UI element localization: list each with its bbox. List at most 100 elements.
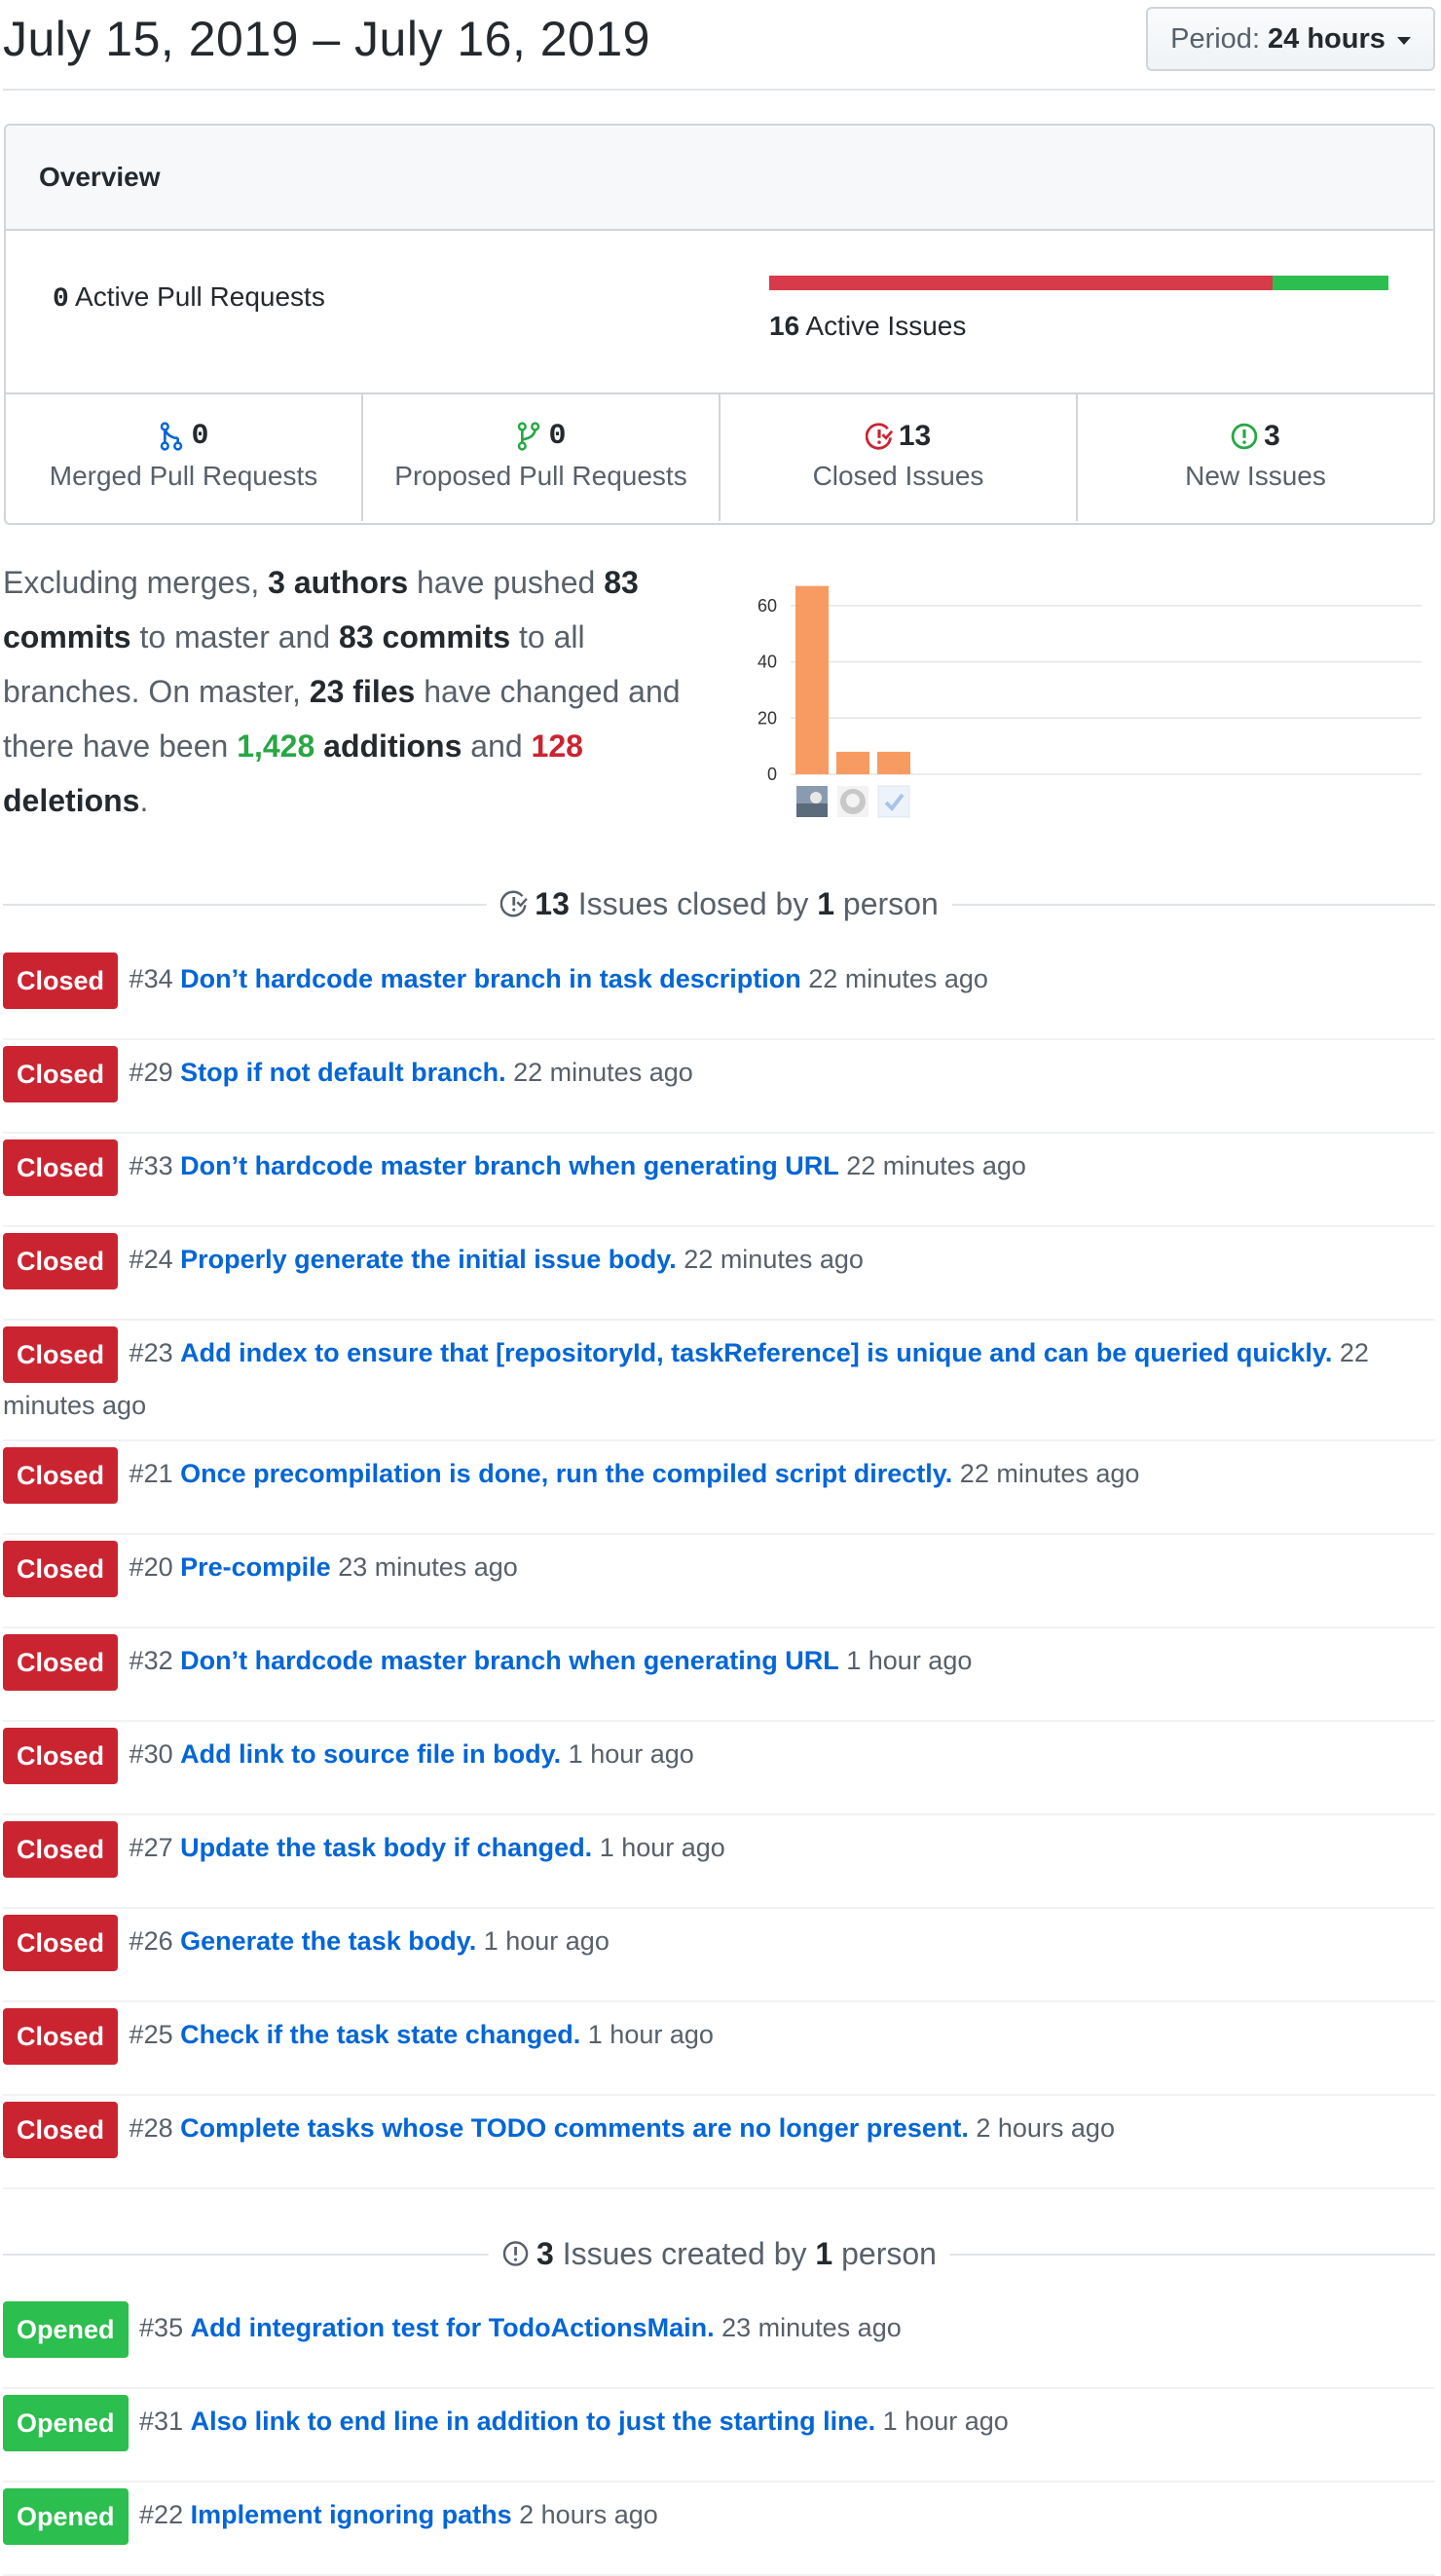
closed-issues-stat[interactable]: 13 Closed Issues [720, 394, 1078, 521]
issue-state-badge: Closed [3, 1233, 119, 1289]
issue-timestamp: 1 hour ago [587, 2020, 714, 2050]
issue-number: #20 [129, 1552, 173, 1583]
issue-timestamp: 22 minutes ago [846, 1151, 1026, 1181]
chart-y-tick-label: 60 [757, 596, 777, 616]
active-pr-label: Active Pull Requests [75, 281, 325, 312]
issue-timestamp: 22 minutes ago [513, 1058, 693, 1088]
issue-state-badge: Closed [3, 1447, 119, 1504]
issue-timestamp: 1 hour ago [599, 1833, 725, 1863]
summary-authors: 3 authors [268, 565, 409, 600]
avatar-photo-icon[interactable] [796, 786, 828, 817]
proposed-prs-stat[interactable]: 0 Proposed Pull Requests [363, 394, 720, 521]
summary-additions-word: additions [323, 728, 462, 764]
issue-timestamp: 1 hour ago [882, 2407, 1009, 2437]
active-issues-count: 16 [769, 311, 800, 341]
active-issues-progress-bar [769, 276, 1388, 290]
issue-row: Closed #20 Pre-compile 23 minutes ago [3, 1535, 1435, 1628]
issue-title-link[interactable]: Implement ignoring paths [191, 2500, 512, 2529]
issue-title-link[interactable]: Add link to source file in body. [180, 1739, 561, 1769]
summary-text-part: to master and [130, 619, 340, 654]
pulse-page: July 15, 2019 – July 16, 2019 Period: 24… [0, 0, 1441, 2576]
issue-title-link[interactable]: Add index to ensure that [repositoryId, … [180, 1338, 1332, 1367]
issue-state-badge: Closed [3, 1326, 119, 1383]
chart-bar[interactable] [877, 751, 910, 774]
issue-row: Closed #25 Check if the task state chang… [3, 2002, 1435, 2096]
chart-y-tick-label: 40 [757, 653, 777, 672]
issue-timestamp: 22 minutes ago [959, 1459, 1140, 1489]
issue-state-badge: Opened [3, 2395, 129, 2451]
chart-bar[interactable] [795, 585, 829, 774]
opened-section-text: Issues created by [553, 2236, 816, 2271]
new-issue-icon [1231, 423, 1258, 450]
issue-timestamp: 22 minutes ago [808, 964, 988, 994]
issue-number: #23 [129, 1338, 173, 1368]
github-octocat-icon[interactable] [837, 786, 868, 817]
issue-title-link[interactable]: Don’t hardcode master branch when genera… [180, 1151, 839, 1180]
commit-summary: Excluding merges, 3 authors have pushed … [3, 555, 684, 828]
new-issues-count: 3 [1264, 420, 1280, 452]
active-pull-requests-link[interactable]: 0 Active Pull Requests [53, 281, 325, 315]
closed-issue-icon [865, 423, 893, 450]
chart-bar[interactable] [836, 751, 869, 774]
issue-timestamp: 22 minutes ago [684, 1245, 864, 1275]
closed-issues-list: Closed #34 Don’t hardcode master branch … [3, 947, 1435, 2189]
overview-summary: 0 Active Pull Requests 16 Active Issues [6, 231, 1433, 394]
merged-prs-stat[interactable]: 0 Merged Pull Requests [6, 394, 363, 521]
issue-row: Closed #21 Once precompilation is done, … [3, 1441, 1435, 1535]
issue-title-link[interactable]: Update the task body if changed. [180, 1833, 592, 1862]
issue-state-badge: Closed [3, 2008, 119, 2065]
issue-title-link[interactable]: Also link to end line in addition to jus… [191, 2407, 876, 2436]
active-issues-link[interactable]: 16 Active Issues [769, 311, 966, 342]
closed-issues-section-header: 13 Issues closed by 1 person [3, 884, 1435, 923]
issue-title-link[interactable]: Properly generate the initial issue body… [180, 1245, 677, 1274]
issue-row: Closed #29 Stop if not default branch. 2… [3, 1040, 1435, 1134]
merged-prs-label: Merged Pull Requests [49, 461, 318, 491]
issue-number: #33 [129, 1151, 173, 1181]
issue-title-link[interactable]: Add integration test for TodoActionsMain… [191, 2313, 715, 2342]
issue-timestamp: 1 hour ago [483, 1926, 610, 1957]
proposed-prs-label: Proposed Pull Requests [394, 461, 687, 491]
header-divider [3, 89, 1435, 91]
issue-row: Closed #24 Properly generate the initial… [3, 1227, 1435, 1321]
issue-title-link[interactable]: Check if the task state changed. [180, 2020, 580, 2049]
issue-row: Closed #34 Don’t hardcode master branch … [3, 947, 1435, 1040]
issue-title-link[interactable]: Stop if not default branch. [180, 1058, 505, 1087]
summary-additions-count: 1,428 [237, 728, 315, 764]
issue-state-badge: Closed [3, 952, 119, 1009]
chart-y-tick-label: 20 [757, 708, 777, 728]
issue-title-link[interactable]: Once precompilation is done, run the com… [180, 1459, 952, 1488]
closed-issues-label: Closed Issues [812, 461, 984, 491]
chart-y-tick-label: 0 [767, 765, 777, 784]
issue-title-link[interactable]: Generate the task body. [180, 1926, 476, 1956]
closed-issues-bar-segment [769, 276, 1273, 290]
issue-title-link[interactable]: Pre-compile [180, 1552, 331, 1582]
closed-issues-count: 13 [898, 420, 932, 452]
period-dropdown-button[interactable]: Period: 24 hours [1146, 7, 1435, 71]
period-value: 24 hours [1268, 22, 1386, 55]
new-issues-stat[interactable]: 3 New Issues [1078, 394, 1433, 521]
issue-number: #28 [129, 2113, 173, 2144]
new-issue-icon [502, 2241, 528, 2266]
issue-title-link[interactable]: Don’t hardcode master branch when genera… [180, 1646, 839, 1675]
opened-issues-list: Opened #35 Add integration test for Todo… [3, 2296, 1435, 2576]
issue-state-badge: Closed [3, 1634, 119, 1691]
issue-timestamp: 23 minutes ago [721, 2313, 902, 2343]
checkmark-icon[interactable] [877, 785, 910, 818]
issue-title-link[interactable]: Complete tasks whose TODO comments are n… [180, 2113, 969, 2143]
active-issues-label: Active Issues [805, 311, 967, 341]
issue-state-badge: Closed [3, 1821, 119, 1878]
opened-section-text: person [832, 2236, 937, 2271]
issue-title-link[interactable]: Don’t hardcode master branch in task des… [180, 964, 801, 993]
issue-state-badge: Closed [3, 1728, 119, 1784]
issue-number: #32 [129, 1646, 173, 1676]
summary-text-part: have pushed [408, 565, 605, 600]
summary-text-part: and [462, 728, 532, 764]
summary-files-changed[interactable]: 23 files [310, 674, 416, 709]
merged-prs-count: 0 [191, 420, 209, 453]
issue-timestamp: 1 hour ago [568, 1739, 694, 1770]
issue-number: #30 [129, 1739, 173, 1770]
issue-state-badge: Opened [3, 2488, 129, 2545]
proposed-pr-icon [518, 422, 540, 451]
issue-number: #25 [129, 2020, 173, 2050]
merged-pr-icon [161, 422, 183, 451]
